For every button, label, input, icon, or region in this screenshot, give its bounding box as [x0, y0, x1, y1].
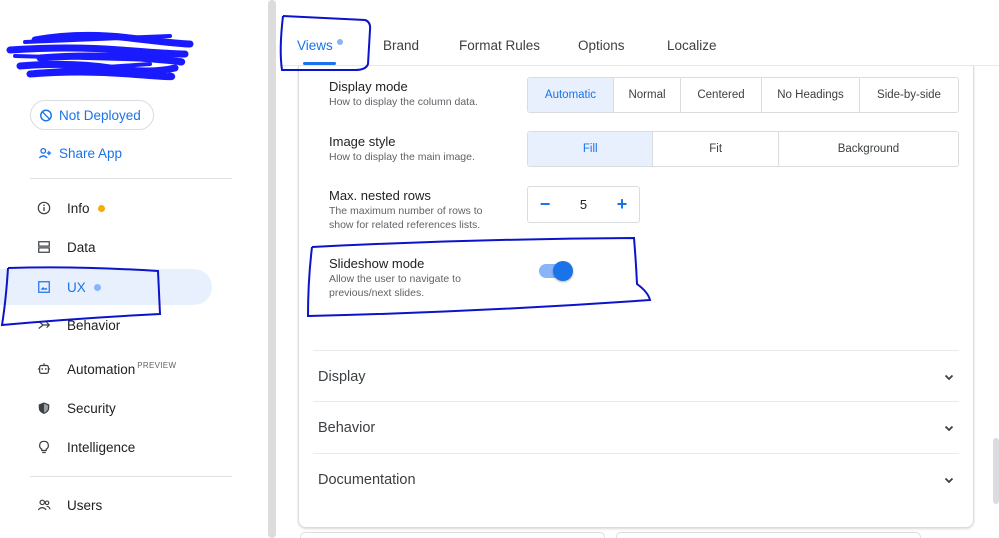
section-display[interactable]: Display: [313, 350, 959, 402]
sidebar-item-label: Info: [67, 200, 90, 216]
sidebar-item-behavior[interactable]: Behavior: [0, 307, 212, 343]
tab-label: Brand: [383, 38, 420, 53]
sidebar-item-security[interactable]: Security: [0, 390, 212, 426]
sidebar-item-data[interactable]: Data: [0, 229, 212, 265]
sidebar: Not Deployed Share App Info Data UX Beha…: [0, 0, 268, 538]
bottom-button-partial[interactable]: [300, 532, 605, 538]
view-settings-card: Display mode How to display the column d…: [298, 66, 974, 528]
display-mode-normal[interactable]: Normal: [614, 78, 681, 112]
share-app-label: Share App: [59, 146, 123, 161]
sidebar-divider: [30, 476, 232, 477]
not-deployed-label: Not Deployed: [59, 107, 141, 123]
bottom-button-partial[interactable]: [616, 532, 921, 538]
info-status-dot: [97, 204, 105, 212]
redacted-app-name: [6, 31, 194, 81]
nested-rows-desc-1: The maximum number of rows to: [329, 205, 483, 217]
image-style-fill[interactable]: Fill: [528, 132, 654, 166]
branch-icon: [37, 318, 51, 332]
tab-format-rules[interactable]: Format Rules: [459, 38, 540, 53]
nested-rows-value[interactable]: 5: [580, 197, 587, 212]
increment-button[interactable]: +: [615, 194, 629, 215]
not-deployed-chip[interactable]: Not Deployed: [30, 100, 154, 130]
slideshow-desc-1: Allow the user to navigate to: [329, 273, 461, 285]
slideshow-label: Slideshow mode: [329, 256, 425, 271]
tab-label: Format Rules: [459, 38, 541, 53]
robot-icon: [37, 362, 51, 376]
sidebar-item-label: Users: [67, 497, 103, 513]
sidebar-item-intelligence[interactable]: Intelligence: [0, 429, 212, 465]
main-scrollbar[interactable]: [993, 438, 999, 504]
not-deployed-icon: [39, 108, 53, 122]
display-mode-no-headings[interactable]: No Headings: [762, 78, 860, 112]
nested-rows-stepper: − 5 +: [527, 186, 640, 223]
section-label: Documentation: [318, 471, 416, 488]
sidebar-item-label: Behavior: [67, 317, 121, 333]
chevron-down-icon: [944, 425, 954, 431]
tab-label: Localize: [667, 38, 717, 53]
tab-label: Views: [297, 38, 333, 53]
display-mode-desc: How to display the column data.: [329, 96, 478, 108]
decrement-button[interactable]: −: [538, 194, 552, 215]
section-label: Behavior: [318, 419, 376, 436]
active-tab-indicator: [303, 62, 336, 65]
display-mode-automatic[interactable]: Automatic: [528, 78, 614, 112]
sidebar-scrollbar[interactable]: [268, 0, 276, 538]
preview-tag: PREVIEW: [137, 360, 177, 370]
sidebar-item-label: Intelligence: [67, 439, 136, 455]
image-style-selector: Fill Fit Background: [527, 131, 959, 167]
sidebar-item-label: Data: [67, 239, 96, 255]
sidebar-item-info[interactable]: Info: [0, 190, 212, 226]
tab-localize[interactable]: Localize: [667, 38, 717, 53]
nested-rows-label: Max. nested rows: [329, 188, 431, 203]
views-status-dot: [336, 39, 343, 45]
sidebar-item-automation[interactable]: Automation PREVIEW: [0, 351, 212, 387]
image-style-fit[interactable]: Fit: [653, 132, 779, 166]
chevron-down-icon: [944, 477, 954, 483]
database-icon: [37, 240, 51, 254]
display-mode-centered[interactable]: Centered: [681, 78, 762, 112]
display-mode-side-by-side[interactable]: Side-by-side: [860, 78, 958, 112]
bulb-icon: [37, 440, 51, 454]
tab-options[interactable]: Options: [578, 38, 625, 53]
sidebar-item-label: Automation: [67, 361, 136, 377]
users-icon: [37, 498, 51, 512]
nested-rows-desc-2: show for related references lists.: [329, 219, 481, 231]
sidebar-item-ux[interactable]: UX: [0, 269, 212, 305]
display-mode-selector: Automatic Normal Centered No Headings Si…: [527, 77, 959, 113]
tab-label: Options: [578, 38, 625, 53]
chevron-down-icon: [944, 374, 954, 380]
ux-status-dot: [93, 283, 101, 291]
image-style-desc: How to display the main image.: [329, 151, 475, 163]
shield-icon: [37, 401, 51, 415]
image-style-label: Image style: [329, 134, 396, 149]
tab-views[interactable]: Views: [297, 38, 343, 53]
image-style-background[interactable]: Background: [778, 132, 958, 166]
section-documentation[interactable]: Documentation: [313, 453, 959, 505]
info-icon: [37, 201, 51, 215]
toggle-knob: [553, 261, 573, 281]
sidebar-item-label: Security: [67, 400, 116, 416]
share-app-link[interactable]: Share App: [38, 146, 122, 161]
slideshow-desc-2: previous/next slides.: [329, 287, 425, 299]
sidebar-divider: [30, 178, 232, 179]
tab-bar: Views Brand Format Rules Options Localiz…: [280, 0, 999, 66]
sidebar-item-label: UX: [67, 279, 86, 295]
tab-brand[interactable]: Brand: [383, 38, 419, 53]
add-person-icon: [38, 147, 52, 161]
section-behavior[interactable]: Behavior: [313, 401, 959, 453]
slideshow-toggle[interactable]: [537, 261, 573, 281]
section-label: Display: [318, 368, 366, 385]
sidebar-item-users[interactable]: Users: [0, 487, 212, 523]
image-icon: [37, 280, 51, 294]
display-mode-label: Display mode: [329, 79, 408, 94]
